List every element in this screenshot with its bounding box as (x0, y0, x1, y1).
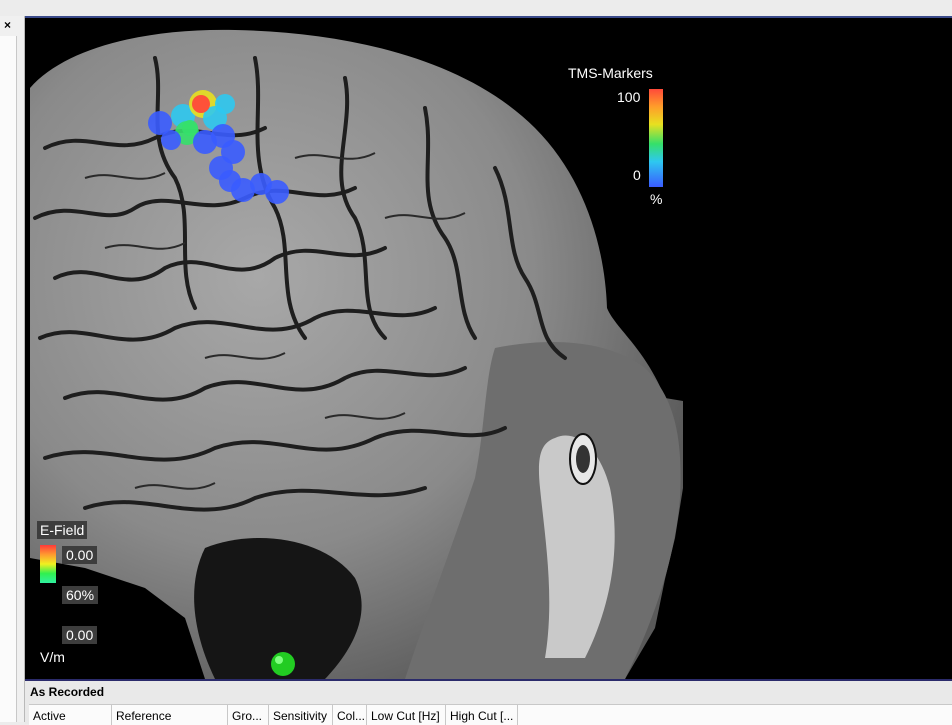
tms-legend-title: TMS-Markers (568, 65, 653, 81)
left-dock-inner (0, 36, 17, 722)
column-header-low-cut[interactable]: Low Cut [Hz] (367, 705, 446, 725)
left-dock-strip (0, 16, 25, 722)
close-icon[interactable]: × (4, 19, 11, 31)
efield-legend-top: 0.00 (62, 546, 98, 564)
column-header-color[interactable]: Col... (333, 705, 367, 725)
tms-legend-max: 100 (617, 89, 641, 105)
channel-panel: As Recorded Active Reference Gro... Sens… (25, 679, 952, 725)
column-header-reference[interactable]: Reference (112, 705, 228, 725)
tms-legend-unit: % (650, 191, 663, 207)
efield-legend-unit: V/m (40, 649, 65, 665)
efield-color-scale (40, 545, 56, 583)
tms-color-scale (649, 89, 663, 187)
column-header-high-cut[interactable]: High Cut [... (446, 705, 518, 725)
column-header-sensitivity[interactable]: Sensitivity (269, 705, 333, 725)
tms-legend-min: 0 (633, 167, 641, 183)
top-toolbar-strip (0, 0, 952, 16)
column-header-active[interactable]: Active (29, 705, 112, 725)
efield-legend-bottom: 0.00 (62, 626, 98, 644)
column-header-group[interactable]: Gro... (228, 705, 269, 725)
brain-render (30, 29, 683, 679)
green-reference-marker (271, 652, 295, 676)
panel-title: As Recorded (30, 685, 105, 699)
efield-legend-mid: 60% (62, 586, 99, 604)
efield-legend-title: E-Field (37, 521, 88, 539)
3d-brain-viewport[interactable]: TMS-Markers 100 0 % E-Field 0.00 60% 0.0… (25, 16, 952, 679)
